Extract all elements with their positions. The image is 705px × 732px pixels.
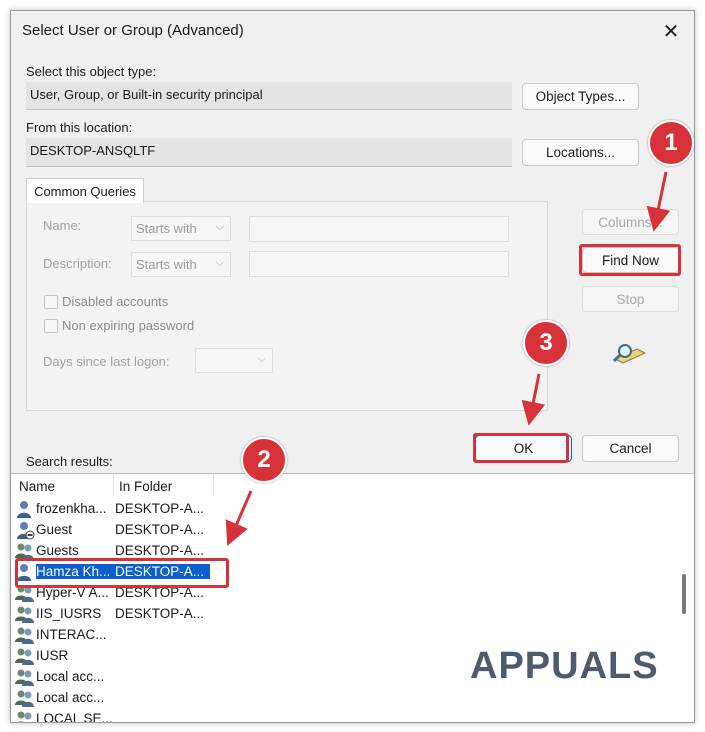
arrow-to-ok (521, 373, 546, 426)
annotation-arrows (225, 171, 671, 547)
arrow-to-find-now (646, 171, 671, 232)
watermark-logo: APPUALS (470, 645, 659, 687)
arrow-to-selected-row (225, 490, 253, 547)
